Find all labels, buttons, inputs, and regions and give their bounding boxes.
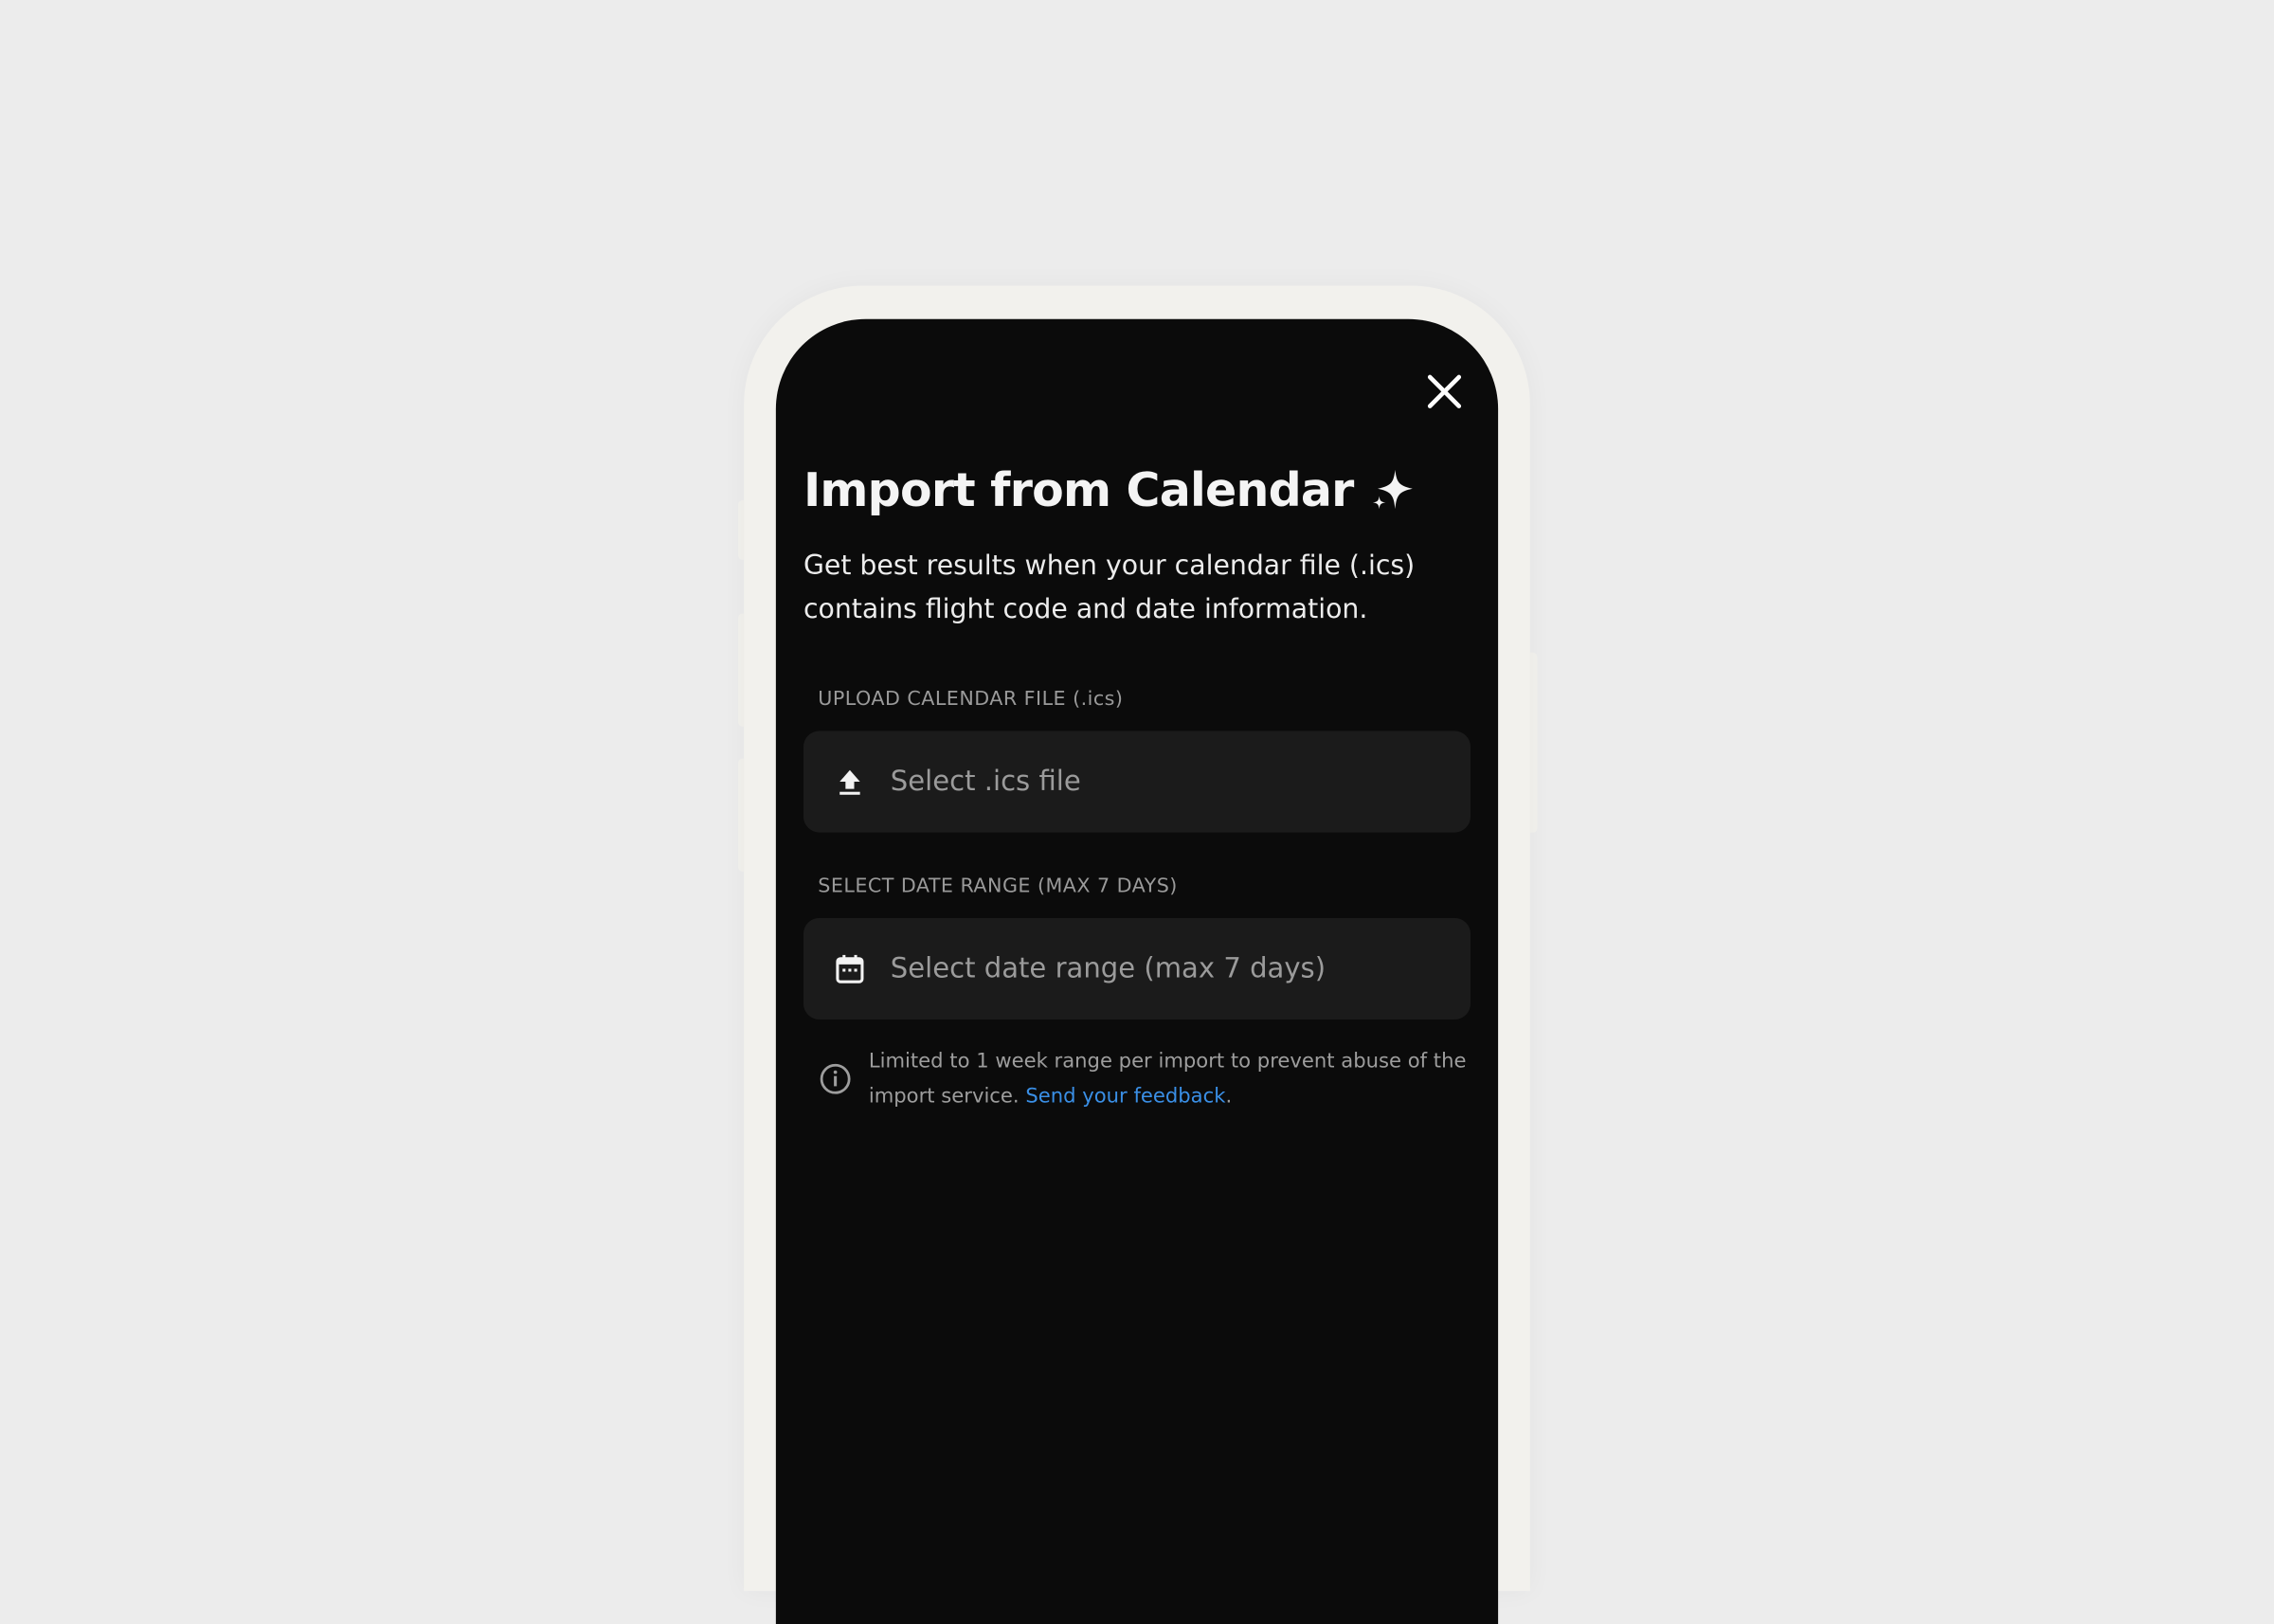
page-title: Import from Calendar <box>803 462 1354 518</box>
calendar-icon <box>836 954 864 983</box>
upload-icon <box>839 769 860 795</box>
import-calendar-modal: Import from Calendar Get best results wh… <box>775 318 1499 1624</box>
upload-field-label: UPLOAD CALENDAR FILE (.ics) <box>818 687 1124 711</box>
close-button[interactable] <box>1423 370 1467 413</box>
date-range-placeholder: Select date range (max 7 days) <box>890 952 1326 985</box>
stage: Import from Calendar Get best results wh… <box>0 0 2274 1624</box>
close-icon <box>1427 374 1462 408</box>
info-icon <box>820 1063 851 1094</box>
upload-file-field[interactable]: Select .ics file <box>803 731 1471 833</box>
send-feedback-link[interactable]: Send your feedback <box>1025 1085 1225 1108</box>
info-text-block: Limited to 1 week range per import to pr… <box>869 1044 1473 1113</box>
title-row: Import from Calendar <box>803 462 1417 517</box>
subtitle: Get best results when your calendar file… <box>803 550 1416 625</box>
upload-placeholder: Select .ics file <box>890 766 1081 798</box>
date-range-field-label: SELECT DATE RANGE (MAX 7 DAYS) <box>818 874 1178 898</box>
date-range-field[interactable]: Select date range (max 7 days) <box>803 917 1471 1020</box>
info-text-trailing: . <box>1225 1084 1233 1109</box>
info-note: Limited to 1 week range per import to pr… <box>818 1044 1473 1113</box>
sparkle-icon <box>1373 469 1414 510</box>
